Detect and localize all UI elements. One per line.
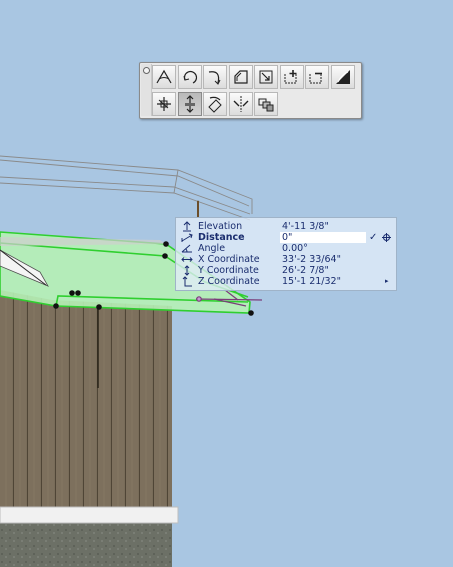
x-coordinate-label: X Coordinate — [198, 254, 260, 265]
edit-palette — [139, 62, 362, 119]
elevation-value: 4'-11 3/8" — [282, 221, 329, 232]
x-coordinate-icon — [181, 257, 193, 262]
coordinate-tracker: Elevation 4'-11 3/8" Distance ✓ Angle 0.… — [175, 217, 397, 291]
fillet-tool-button[interactable] — [330, 65, 355, 89]
angle-icon — [181, 244, 192, 253]
add-node-tool-button[interactable] — [279, 65, 304, 89]
offset-shape-icon — [233, 70, 248, 84]
angle-label: Angle — [198, 243, 226, 254]
angle-value: 0.00° — [282, 243, 308, 254]
foundation — [0, 522, 172, 567]
elevate-tool-button[interactable] — [177, 92, 202, 116]
rotate-copy-tool-button[interactable] — [203, 92, 227, 116]
arc-polygon-tool-button[interactable] — [152, 65, 176, 89]
close-icon[interactable] — [143, 67, 150, 74]
palette-grip[interactable] — [141, 64, 152, 116]
curved-arrow-icon — [208, 71, 221, 85]
y-coordinate-value: 26'-2 7/8" — [282, 265, 329, 276]
mirror-tool-button[interactable] — [228, 92, 253, 116]
offset-shape-tool-button[interactable] — [228, 65, 253, 89]
stretch-icon — [259, 70, 273, 84]
z-coordinate-icon — [182, 276, 192, 287]
rotate-icon — [183, 70, 197, 84]
tracker-row-z: Z Coordinate 15'-1 21/32" ▸ — [176, 276, 396, 287]
trim-band — [0, 506, 179, 524]
tracker-row-angle: Angle 0.00° — [176, 243, 396, 254]
distance-input[interactable] — [280, 232, 366, 243]
tracker-row-elevation: Elevation 4'-11 3/8" — [176, 221, 396, 232]
stretch-tool-button[interactable] — [254, 65, 278, 89]
subtract-node-icon — [309, 72, 322, 84]
elevate-icon — [184, 95, 195, 113]
accept-icon[interactable]: ✓ — [369, 232, 377, 243]
fillet-icon — [335, 70, 350, 84]
x-coordinate-value: 33'-2 33/64" — [282, 254, 341, 265]
curved-arrow-tool-button[interactable] — [203, 65, 227, 89]
rotate-copy-icon — [208, 96, 222, 113]
more-arrow-icon[interactable]: ▸ — [385, 276, 389, 287]
rotate-tool-button[interactable] — [177, 65, 202, 89]
tracker-row-distance: Distance ✓ — [176, 232, 396, 243]
multiply-tool-button[interactable] — [254, 92, 278, 116]
snap-target-icon[interactable] — [382, 233, 391, 242]
wireframe-roof — [0, 155, 253, 221]
elevation-icon — [183, 221, 191, 232]
y-coordinate-label: Y Coordinate — [198, 265, 259, 276]
elevation-label: Elevation — [198, 221, 243, 232]
distance-icon — [181, 233, 193, 242]
subtract-node-tool-button[interactable] — [305, 65, 329, 89]
tracker-row-y: Y Coordinate 26'-2 7/8" — [176, 265, 396, 276]
mirror-icon — [233, 96, 248, 112]
tracker-row-x: X Coordinate 33'-2 33/64" — [176, 254, 396, 265]
distance-label: Distance — [198, 232, 245, 243]
drag-icon — [157, 97, 171, 111]
drag-tool-button[interactable] — [152, 92, 176, 116]
z-coordinate-value: 15'-1 21/32" — [282, 276, 341, 287]
add-node-icon — [284, 70, 296, 84]
z-coordinate-label: Z Coordinate — [198, 276, 260, 287]
y-coordinate-icon — [184, 265, 190, 276]
multiply-icon — [258, 98, 274, 112]
arc-polygon-icon — [156, 69, 172, 84]
